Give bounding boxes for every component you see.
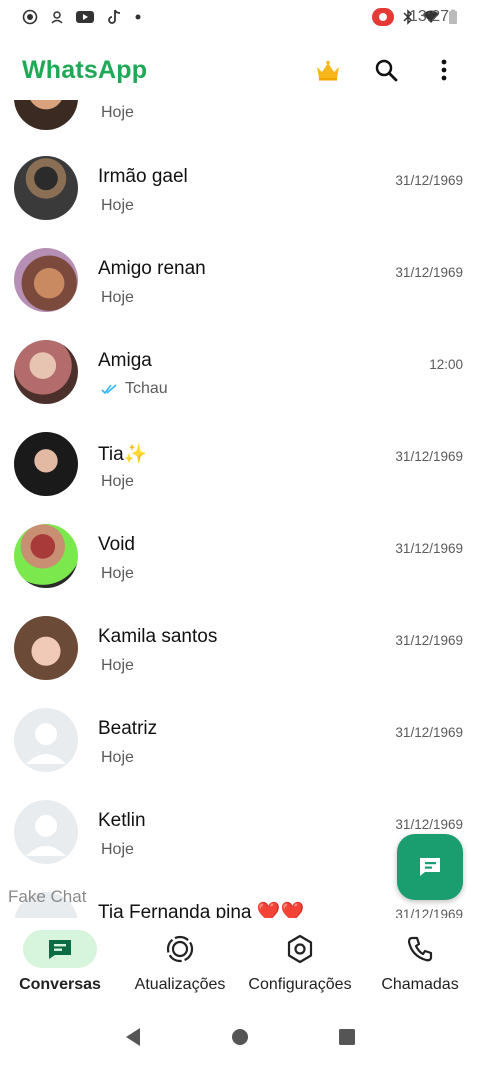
tab-chamadas[interactable]: Chamadas — [360, 918, 480, 1008]
chat-preview: Tchau — [125, 380, 168, 397]
more-vert-icon — [441, 59, 447, 81]
chat-name: Tia Fernanda pina ❤️❤️ — [98, 902, 305, 918]
chat-row[interactable]: Void 31/12/1969 Hoje — [0, 524, 480, 616]
tab-conversas[interactable]: Conversas — [0, 918, 120, 1008]
phone-icon — [407, 936, 433, 962]
avatar — [14, 616, 78, 680]
chat-name: Irmão gael — [98, 166, 188, 187]
app-bar: WhatsApp — [0, 40, 480, 100]
system-navigation — [0, 1008, 480, 1066]
double-check-icon — [101, 384, 117, 395]
chat-list[interactable]: Hoje Irmão gael 31/12/1969 Hoje Amigo re… — [0, 100, 480, 918]
record-icon — [22, 9, 38, 25]
screen-record-icon — [372, 8, 394, 26]
chat-preview: Hoje — [101, 289, 134, 306]
chat-preview: Hoje — [101, 197, 134, 214]
chat-row[interactable]: Kamila santos 31/12/1969 Hoje — [0, 616, 480, 708]
more-options-button[interactable] — [430, 56, 458, 84]
chat-preview: Hoje — [101, 473, 134, 490]
crown-icon — [317, 60, 339, 81]
battery-icon — [449, 9, 457, 24]
watermark-text: Fake Chat — [8, 887, 87, 906]
chat-time: 31/12/1969 — [395, 265, 463, 280]
nav-label: Atualizações — [134, 976, 226, 993]
new-chat-button[interactable] — [397, 834, 463, 900]
sync-icon — [51, 11, 63, 24]
chat-row[interactable]: Beatriz 31/12/1969 Hoje — [0, 708, 480, 800]
chat-name: Beatriz — [98, 718, 158, 739]
chat-time: 31/12/1969 — [395, 817, 463, 832]
avatar — [14, 340, 78, 404]
chat-name: Ketlin — [98, 810, 146, 831]
new-chat-icon — [420, 858, 440, 876]
nav-label: Chamadas — [381, 976, 459, 993]
chat-time: 31/12/1969 — [395, 541, 463, 556]
chat-name: Amigo renan — [98, 258, 206, 279]
home-icon[interactable] — [231, 1028, 249, 1046]
chat-time: 31/12/1969 — [395, 725, 463, 740]
nav-active-indicator — [23, 930, 97, 968]
chat-preview: Hoje — [101, 104, 134, 121]
chat-time: 31/12/1969 — [395, 907, 463, 918]
nav-label: Conversas — [19, 976, 101, 993]
bottom-navigation: Conversas Atualizações Configurações Cha… — [0, 918, 480, 1008]
avatar — [14, 156, 78, 220]
avatar — [14, 432, 78, 496]
premium-button[interactable] — [314, 56, 342, 84]
avatar — [14, 248, 78, 312]
avatar — [14, 524, 78, 588]
chat-time: 31/12/1969 — [395, 173, 463, 188]
chat-name: Amiga — [98, 350, 152, 371]
chat-name: Tia✨ — [98, 444, 148, 465]
default-avatar-icon — [14, 708, 78, 772]
chat-preview-container: Tchau — [101, 380, 168, 398]
status-time: 13:27 — [408, 8, 449, 25]
avatar — [14, 100, 78, 130]
settings-icon — [287, 934, 313, 964]
recents-icon[interactable] — [338, 1028, 356, 1046]
chat-name: Kamila santos — [98, 626, 218, 647]
chat-preview: Hoje — [101, 749, 134, 766]
tab-atualizacoes[interactable]: Atualizações — [120, 918, 240, 1008]
chat-time: 12:00 — [429, 357, 463, 372]
nav-label: Configurações — [248, 976, 352, 993]
chat-preview: Hoje — [101, 657, 134, 674]
chat-row[interactable]: Tia✨ 31/12/1969 Hoje — [0, 432, 480, 524]
chat-time: 31/12/1969 — [395, 449, 463, 464]
chat-row[interactable]: Irmão gael 31/12/1969 Hoje — [0, 156, 480, 248]
chat-name: Void — [98, 534, 135, 555]
chats-icon — [49, 940, 71, 959]
default-avatar-icon — [14, 800, 78, 864]
chat-row[interactable]: Hoje — [0, 100, 480, 132]
dot-icon — [135, 14, 141, 20]
search-icon — [375, 59, 398, 82]
search-button[interactable] — [372, 56, 400, 84]
chat-row[interactable]: Amigo renan 31/12/1969 Hoje — [0, 248, 480, 340]
chat-preview: Hoje — [101, 841, 134, 858]
chat-row[interactable]: Amiga 12:00 Tchau — [0, 340, 480, 432]
chat-time: 31/12/1969 — [395, 633, 463, 648]
app-title: WhatsApp — [22, 55, 148, 84]
tiktok-icon — [108, 9, 121, 24]
tab-configuracoes[interactable]: Configurações — [240, 918, 360, 1008]
status-icon — [166, 935, 194, 963]
youtube-icon — [76, 11, 94, 23]
chat-preview: Hoje — [101, 565, 134, 582]
status-bar: 13:27 — [0, 0, 480, 34]
back-icon[interactable] — [124, 1027, 142, 1047]
